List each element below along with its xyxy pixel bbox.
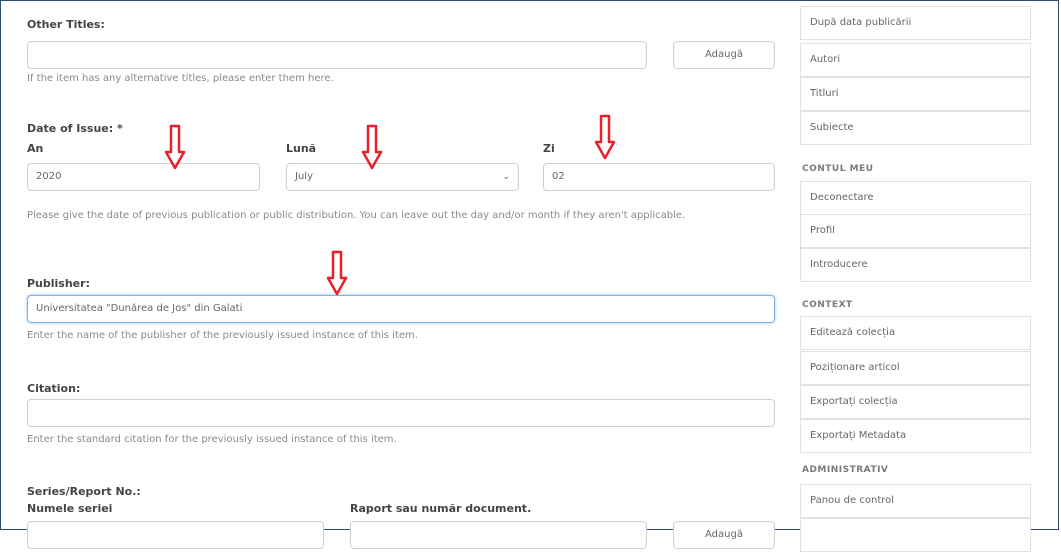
other-titles-help: If the item has any alternative titles, … bbox=[27, 73, 334, 84]
red-arrow-icon bbox=[594, 114, 616, 160]
sidebar-item-next[interactable] bbox=[800, 518, 1031, 552]
series-label: Series/Report No.: bbox=[27, 485, 141, 498]
sidebar-item-export-collection[interactable]: Exportați colecția bbox=[800, 385, 1031, 419]
sidebar-item-edit-collection[interactable]: Editează colecția bbox=[800, 316, 1031, 350]
admin-heading: ADMINISTRATIV bbox=[802, 465, 889, 475]
publisher-input[interactable]: Universitatea "Dunărea de Jos" din Galat… bbox=[27, 295, 775, 323]
sidebar-item-control-panel[interactable]: Panou de control bbox=[800, 484, 1031, 518]
sidebar-item-subjects[interactable]: Subiecte bbox=[800, 111, 1031, 145]
year-label: An bbox=[27, 142, 44, 155]
sidebar-item-titles[interactable]: Titluri bbox=[800, 77, 1031, 111]
month-select[interactable]: July ⌄ bbox=[286, 163, 519, 191]
red-arrow-icon bbox=[164, 124, 186, 170]
date-of-issue-help: Please give the date of previous publica… bbox=[27, 210, 686, 221]
other-titles-add-button[interactable]: Adaugă bbox=[673, 41, 775, 69]
other-titles-input[interactable] bbox=[27, 41, 647, 69]
series-name-input[interactable] bbox=[27, 521, 324, 549]
year-input[interactable]: 2020 bbox=[27, 163, 260, 191]
sidebar-item-by-date[interactable]: După data publicării bbox=[800, 6, 1031, 40]
red-arrow-icon bbox=[326, 250, 348, 296]
sidebar-item-authors[interactable]: Autori bbox=[800, 43, 1031, 77]
context-heading: CONTEXT bbox=[802, 300, 853, 310]
citation-label: Citation: bbox=[27, 382, 81, 395]
report-number-label: Raport sau număr document. bbox=[350, 502, 532, 515]
publisher-label: Publisher: bbox=[27, 277, 90, 290]
report-number-input[interactable] bbox=[350, 521, 647, 549]
series-add-button[interactable]: Adaugă bbox=[673, 521, 775, 549]
citation-help: Enter the standard citation for the prev… bbox=[27, 434, 397, 445]
date-of-issue-label: Date of Issue: * bbox=[27, 122, 123, 135]
chevron-down-icon: ⌄ bbox=[502, 172, 510, 182]
day-input[interactable]: 02 bbox=[543, 163, 775, 191]
day-label: Zi bbox=[543, 142, 555, 155]
month-label: Lună bbox=[286, 142, 317, 155]
other-titles-label: Other Titles: bbox=[27, 18, 105, 31]
sidebar-item-item-mapper[interactable]: Poziționare articol bbox=[800, 351, 1031, 385]
month-select-value: July bbox=[295, 171, 313, 182]
series-name-label: Numele seriei bbox=[27, 502, 113, 515]
sidebar: După data publicării Autori Titluri Subi… bbox=[790, 0, 1061, 552]
sidebar-item-profile[interactable]: Profil bbox=[800, 214, 1031, 248]
my-account-heading: CONTUL MEU bbox=[802, 164, 874, 174]
citation-input[interactable] bbox=[27, 399, 775, 427]
sidebar-item-logout[interactable]: Deconectare bbox=[800, 181, 1031, 215]
red-arrow-icon bbox=[361, 124, 383, 170]
sidebar-item-export-metadata[interactable]: Exportați Metadata bbox=[800, 419, 1031, 453]
sidebar-item-submissions[interactable]: Introducere bbox=[800, 248, 1031, 282]
publisher-help: Enter the name of the publisher of the p… bbox=[27, 330, 418, 341]
